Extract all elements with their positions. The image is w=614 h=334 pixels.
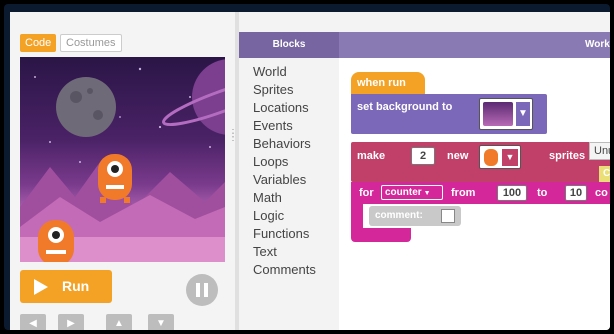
tab-code[interactable]: Code (20, 34, 57, 52)
comment-text-input[interactable] (441, 209, 455, 223)
chevron-down-icon: ▼ (421, 190, 431, 197)
workspace[interactable]: when run set background to ▼ make 2 new … (339, 58, 610, 330)
toolbox: World Sprites Locations Events Behaviors… (239, 58, 339, 330)
chevron-down-icon: ▼ (502, 149, 518, 166)
app-window: Code Costumes Run ◀ ▶ ▲ ▼ ⋮ ⋮ Blocks Wor… (10, 12, 610, 330)
pause-button[interactable] (186, 274, 218, 306)
background-thumbnail-icon (483, 102, 513, 126)
toolbox-category[interactable]: Events (253, 118, 293, 133)
arrow-left-button[interactable]: ◀ (20, 314, 46, 330)
background-picker[interactable]: ▼ (479, 98, 533, 130)
make-count-input[interactable]: 2 (411, 147, 435, 165)
play-icon (34, 279, 48, 295)
toolbox-category[interactable]: Logic (253, 208, 284, 223)
toolbox-category[interactable]: Text (253, 244, 277, 259)
creature-sprite-icon[interactable] (38, 220, 74, 262)
moon-icon (56, 77, 116, 137)
pause-icon (196, 283, 200, 297)
costume-dropdown[interactable]: Unu (589, 142, 610, 160)
comment-block[interactable]: comment: (369, 206, 461, 226)
toolbox-header: Blocks (239, 32, 339, 58)
when-run-label: when run (357, 77, 406, 89)
workspace-title: Works (585, 39, 610, 50)
set-background-label: set background to (357, 101, 453, 113)
game-stage[interactable] (20, 57, 225, 262)
stage-panel: Code Costumes Run ◀ ▶ ▲ ▼ (10, 12, 235, 330)
stage-scene (20, 59, 225, 262)
resize-handle-icon[interactable]: ⋮ ⋮ (228, 129, 238, 143)
set-background-block[interactable]: set background to ▼ (351, 94, 547, 134)
toolbox-category[interactable]: Loops (253, 154, 288, 169)
sprites-label: sprites (549, 150, 586, 162)
toolbox-category[interactable]: World (253, 64, 287, 79)
for-label: for (359, 187, 374, 199)
to-label: to (537, 187, 548, 199)
choose-button[interactable]: Ch (599, 166, 610, 182)
comment-label: comment: (375, 210, 423, 221)
from-value-input[interactable]: 100 (497, 185, 527, 201)
arrow-right-button[interactable]: ▶ (58, 314, 84, 330)
toolbox-category[interactable]: Locations (253, 100, 309, 115)
count-label: co (595, 187, 608, 199)
creature-thumbnail-icon (484, 149, 498, 166)
make-sprites-block[interactable]: make 2 new ▼ sprites Unu Ch (351, 142, 610, 182)
chevron-down-icon: ▼ (516, 102, 530, 126)
new-label: new (447, 150, 469, 162)
when-run-block[interactable]: when run (351, 72, 425, 94)
toolbox-category[interactable]: Sprites (253, 82, 293, 97)
creature-sprite-icon[interactable] (98, 154, 132, 203)
toolbox-category[interactable]: Variables (253, 172, 306, 187)
tab-costumes[interactable]: Costumes (60, 34, 122, 52)
toolbox-category[interactable]: Functions (253, 226, 309, 241)
from-label: from (451, 187, 476, 199)
toolbox-category[interactable]: Behaviors (253, 136, 311, 151)
for-loop-footer (351, 228, 411, 242)
arrow-up-button[interactable]: ▲ (106, 314, 132, 330)
toolbox-category[interactable]: Math (253, 190, 282, 205)
run-button[interactable]: Run (20, 270, 112, 303)
screenshot-frame: Code Costumes Run ◀ ▶ ▲ ▼ ⋮ ⋮ Blocks Wor… (4, 4, 610, 330)
sprite-picker[interactable]: ▼ (479, 145, 521, 169)
counter-variable-dropdown[interactable]: counter ▼ (381, 185, 443, 200)
workspace-header: Works (339, 32, 610, 58)
toolbox-category[interactable]: Comments (253, 262, 316, 277)
run-label: Run (62, 278, 90, 294)
to-value-input[interactable]: 10 (565, 185, 587, 201)
for-loop-block[interactable]: for counter ▼ from 100 to 10 co (351, 182, 610, 204)
for-loop-body-bracket (351, 204, 363, 228)
make-label: make (357, 150, 386, 162)
arrow-down-button[interactable]: ▼ (148, 314, 174, 330)
